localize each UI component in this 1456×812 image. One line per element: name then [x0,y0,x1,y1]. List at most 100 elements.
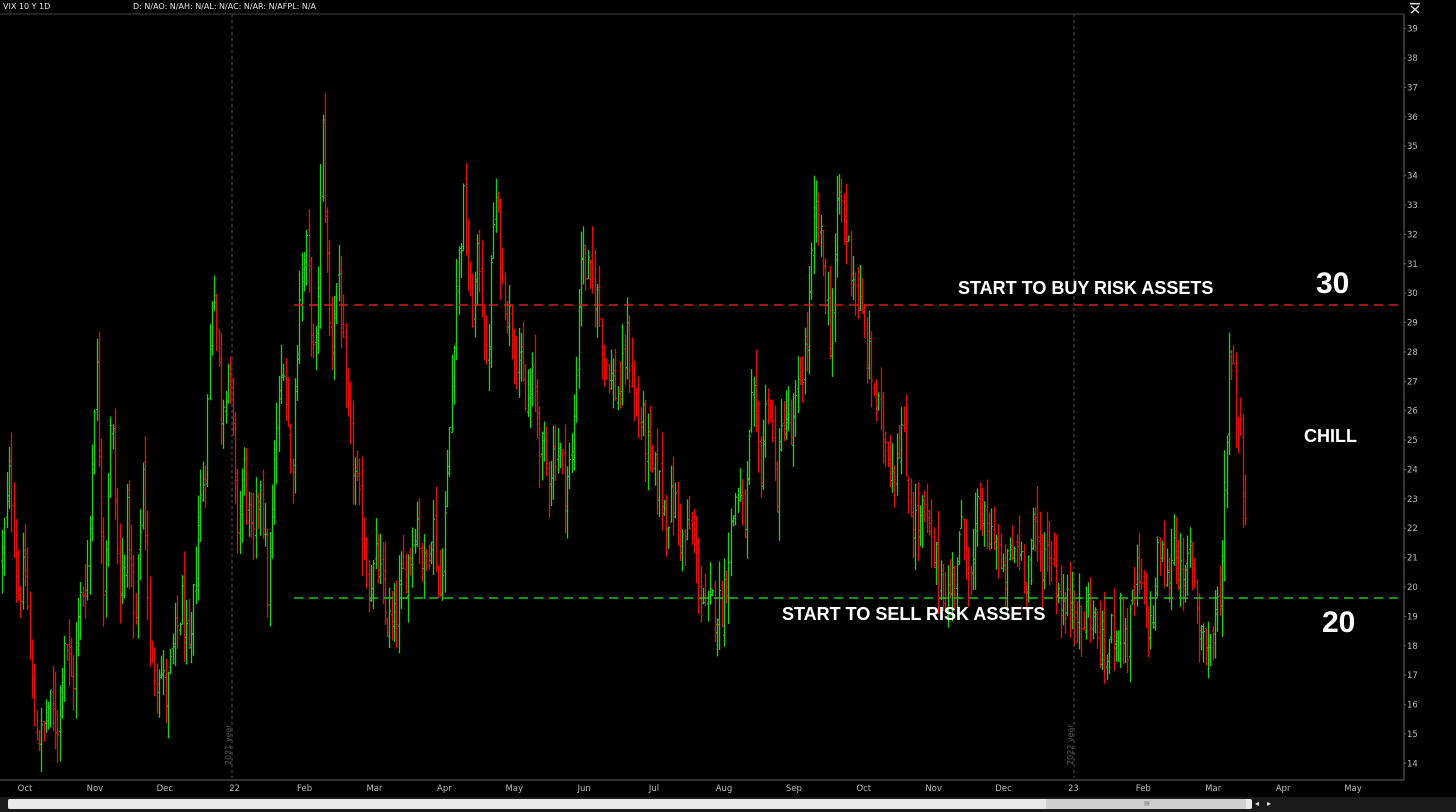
price-bar [536,378,539,439]
price-bar [112,424,115,450]
y-tick-label: 34 [1407,172,1418,182]
price-bar [1223,450,1226,582]
y-tick-label: 31 [1407,260,1418,270]
price-bar [578,288,581,389]
price-bar [628,315,631,394]
price-bar [963,518,966,561]
price-bar [19,586,22,618]
price-bar [68,619,71,687]
price-bar [1087,582,1090,618]
price-bar [940,560,943,600]
price-bar [22,532,25,610]
vix-chart[interactable]: 2021 year 2022 year 14 15 16 17 18 19 20 21 22 23… [0,0,1456,812]
y-tick-label: 28 [1407,348,1418,358]
price-bar [400,551,403,610]
chart-settings-icon[interactable] [1404,0,1424,16]
price-bar [750,369,753,433]
price-bar [365,537,368,589]
price-bar [531,352,534,407]
price-bar [144,436,147,551]
price-bar [162,650,165,696]
price-bar [437,565,440,599]
price-bar [1089,577,1092,643]
price-bar [1232,345,1235,365]
y-tick-label: 24 [1407,465,1418,475]
price-bar [612,358,615,409]
price-bar [345,322,348,408]
price-bar [211,301,214,356]
price-bar [24,524,27,587]
x-tick-label: Apr [437,784,452,794]
price-bar [891,443,894,493]
price-bar [497,191,500,213]
price-bar [1043,532,1046,590]
price-bar [209,324,212,401]
price-bar [1226,435,1229,509]
price-bar [1152,605,1155,629]
price-bar [808,266,811,375]
price-bar [1244,474,1247,526]
price-bar [421,542,424,582]
price-bar [642,390,645,437]
price-bar [183,551,186,662]
price-bar [455,258,458,361]
x-tick-label: Apr [1276,784,1291,794]
price-bar [225,390,228,424]
price-bar [584,245,587,291]
x-axis[interactable]: Oct Nov Dec 22 Feb Mar Apr May Jun Jul Aug Sep Oct No… [18,784,1362,794]
x-tick-label: Aug [716,784,733,794]
price-bar [386,617,389,637]
upper-level-label: 30 [1316,267,1349,300]
price-bar [354,457,357,505]
price-bar [776,461,779,513]
price-bar [1108,638,1111,675]
price-bar [619,361,622,409]
y-tick-label: 22 [1407,524,1418,534]
price-bar [126,483,129,588]
price-bar [1027,555,1030,603]
scroll-left-icon[interactable]: ◂ [1252,799,1262,809]
price-bar [1060,564,1063,639]
price-bar [1039,511,1042,572]
price-bar [428,544,431,570]
price-bar [755,349,758,433]
price-bar [797,356,800,413]
price-bar [499,198,502,300]
y-axis[interactable]: 14 15 16 17 18 19 20 21 22 23 24 25 26 27 28 29 30 31 32 33… [1404,25,1418,770]
price-bar [1166,548,1169,587]
price-bar [59,685,62,762]
price-bar [1053,532,1056,567]
price-bar [608,363,611,394]
price-bar [861,278,864,315]
price-bar [949,559,952,599]
symbol-label[interactable]: VIX 10 Y 1D [3,2,50,11]
price-bar [54,671,57,750]
price-bar [72,655,75,711]
price-bar [935,541,938,585]
price-bar [1161,540,1164,563]
price-bar [1078,573,1081,650]
price-bar [566,466,569,539]
price-bar [697,537,700,615]
price-bar [79,581,82,640]
price-bar [1189,527,1192,568]
y-tick-label: 35 [1407,142,1418,152]
price-bar [557,427,560,474]
price-bar [315,326,318,371]
price-bar [1048,521,1051,586]
price-bar [840,178,843,223]
price-bar [914,483,917,571]
price-bar [508,284,511,347]
price-bar [319,164,322,329]
price-bar [1096,610,1099,649]
price-bar [550,460,553,506]
y-tick-label: 25 [1407,436,1418,446]
price-bar [995,534,998,570]
price-bar [617,386,620,411]
scroll-right-icon[interactable]: ▸ [1264,799,1274,809]
y-tick-label: 21 [1407,554,1418,564]
price-bar [907,476,910,514]
price-bar [769,399,772,423]
price-bar [997,524,1000,579]
price-bar [185,599,188,665]
